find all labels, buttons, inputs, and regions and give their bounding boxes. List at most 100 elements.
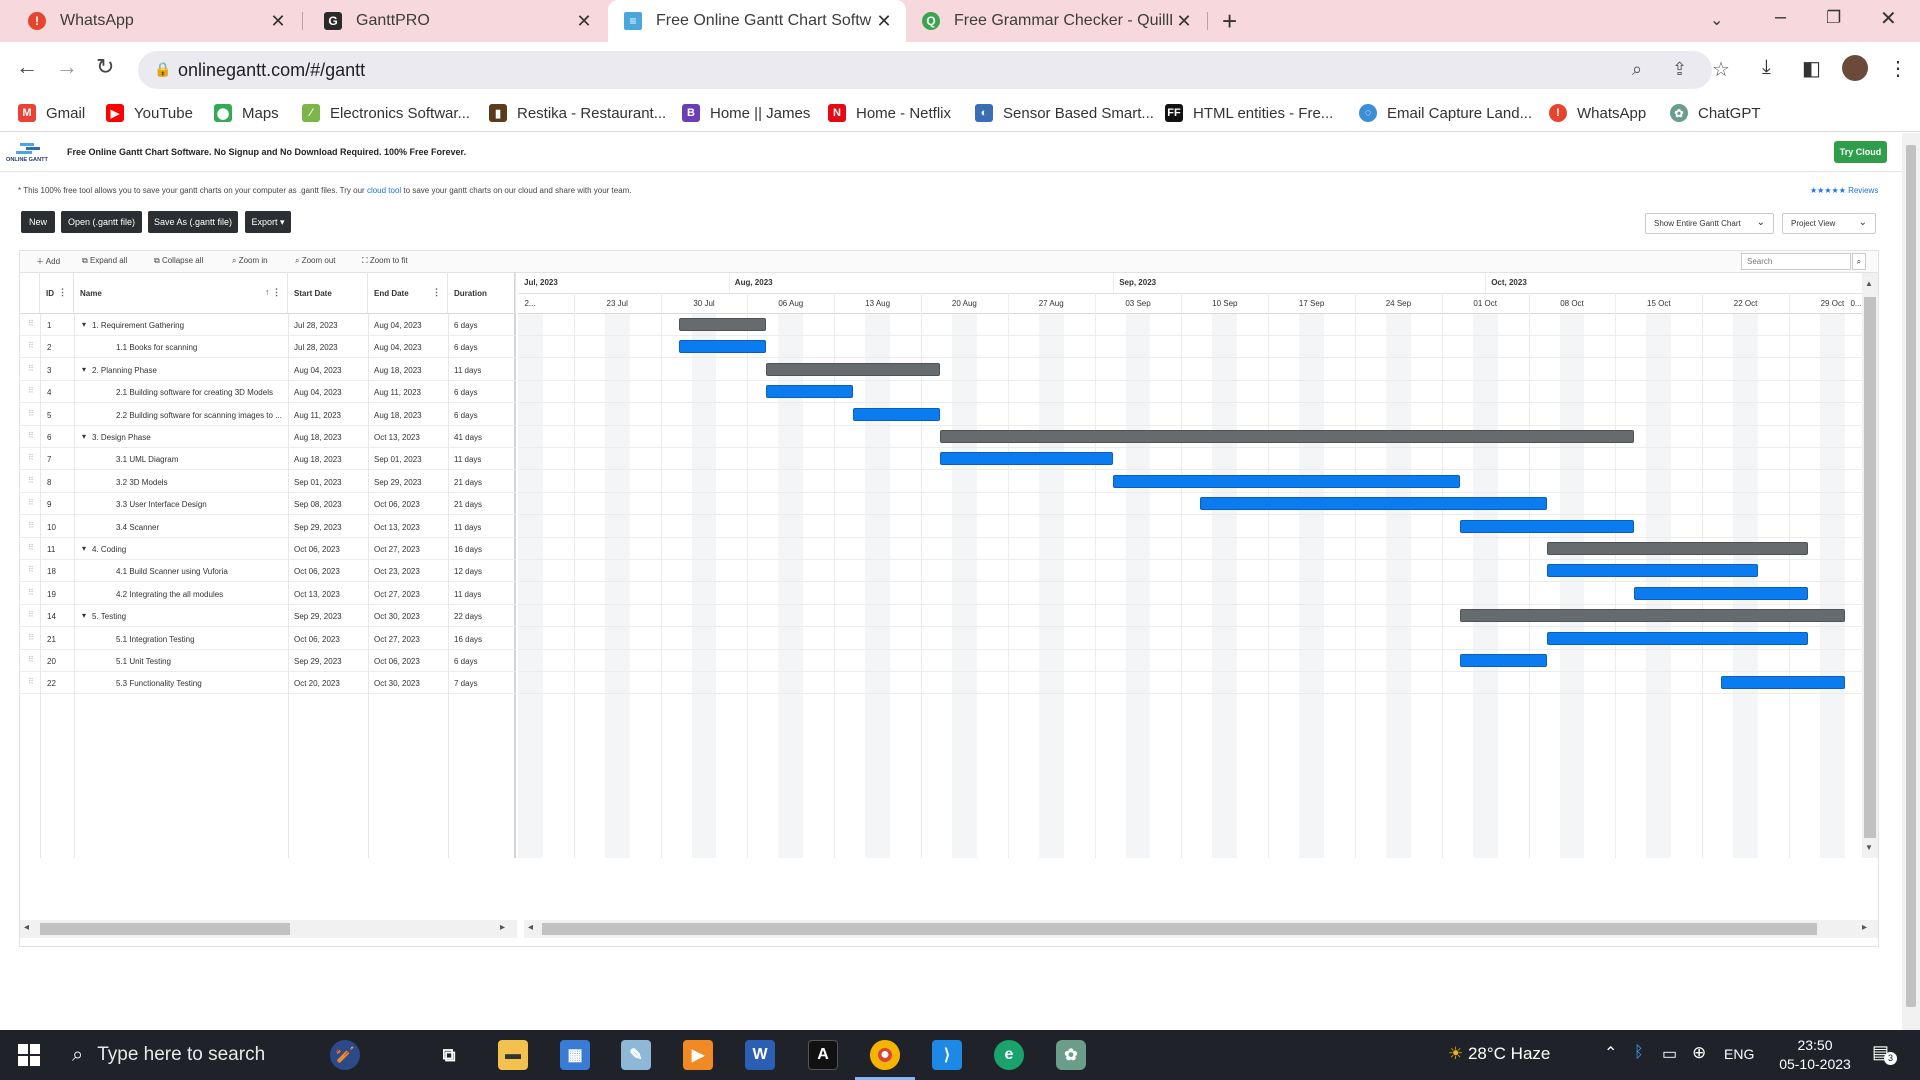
add-button[interactable]: ＋ Add xyxy=(36,256,60,267)
weather-widget[interactable]: ☀ 28°C Haze xyxy=(1448,1044,1550,1064)
task-bar[interactable] xyxy=(1113,474,1461,488)
task-start-date[interactable]: Oct 20, 2023 xyxy=(294,679,340,688)
zoom-in-button[interactable]: ⌕ Zoom in xyxy=(232,256,268,266)
column-end-date[interactable]: End Date ⋮ xyxy=(368,273,448,314)
collapse-toggle-icon[interactable]: ▾ xyxy=(82,611,86,620)
save-as-button[interactable]: Save As (.gantt file) xyxy=(148,211,238,233)
profile-avatar[interactable] xyxy=(1842,55,1868,81)
task-bar[interactable] xyxy=(1634,586,1808,600)
cricket-widget-icon[interactable]: 🏏 xyxy=(330,1040,360,1070)
task-duration[interactable]: 16 days xyxy=(454,545,482,554)
task-name[interactable]: 5.3 Functionality Testing xyxy=(116,679,282,688)
task-name[interactable]: 2.1 Building software for creating 3D Mo… xyxy=(116,388,282,397)
sort-asc-icon[interactable]: ↑ ⋮ xyxy=(265,287,281,298)
open-file-button[interactable]: Open (.gantt file) xyxy=(61,211,142,233)
task-start-date[interactable]: Oct 13, 2023 xyxy=(294,590,340,599)
column-duration[interactable]: Duration xyxy=(448,273,516,314)
table-row[interactable]: ⠿ 1 ▾ 1. Requirement Gathering Jul 28, 2023 A… xyxy=(20,314,516,336)
new-button[interactable]: New xyxy=(21,211,55,233)
task-end-date[interactable]: Oct 13, 2023 xyxy=(374,433,420,442)
media-player-icon[interactable]: ▶ xyxy=(683,1040,713,1070)
task-duration[interactable]: 11 days xyxy=(454,590,481,599)
scrollbar-thumb[interactable] xyxy=(1906,145,1916,1007)
project-view-select[interactable]: Project View ⌄ xyxy=(1782,213,1876,234)
task-duration[interactable]: 16 days xyxy=(454,635,482,644)
task-duration[interactable]: 6 days xyxy=(454,343,478,352)
table-row[interactable]: ⠿ 8 3.2 3D Models Sep 01, 2023 Sep 29, 2023 2… xyxy=(20,471,516,493)
address-bar[interactable]: 🔒 onlinegantt.com/#/gantt ⌕ ⇪ ☆ xyxy=(138,51,1730,89)
table-row[interactable]: ⠿ 7 3.1 UML Diagram Aug 18, 2023 Sep 01, 202… xyxy=(20,448,516,471)
page-vertical-scrollbar[interactable] xyxy=(1902,133,1920,1030)
task-bar[interactable] xyxy=(1547,631,1808,645)
zoom-out-button[interactable]: ⌕ Zoom out xyxy=(295,256,336,266)
task-name[interactable]: 4.2 Integrating the all modules xyxy=(116,590,282,599)
task-end-date[interactable]: Oct 13, 2023 xyxy=(374,523,420,532)
task-start-date[interactable]: Aug 18, 2023 xyxy=(294,455,342,464)
reviews-link[interactable]: ★★★★★ Reviews xyxy=(1810,186,1878,195)
task-name[interactable]: 3.2 3D Models xyxy=(116,478,282,487)
scrollbar-thumb[interactable] xyxy=(542,923,1817,935)
task-end-date[interactable]: Aug 18, 2023 xyxy=(374,411,422,420)
summary-bar[interactable] xyxy=(766,362,940,376)
task-bar[interactable] xyxy=(679,340,766,354)
bookmark-sensor[interactable]: ◐ Sensor Based Smart... xyxy=(975,104,1154,122)
collapse-toggle-icon[interactable]: ▾ xyxy=(82,365,86,374)
summary-bar[interactable] xyxy=(1547,542,1808,555)
task-end-date[interactable]: Aug 04, 2023 xyxy=(374,321,422,330)
lock-icon[interactable]: 🔒 xyxy=(154,61,171,78)
back-icon[interactable]: ← xyxy=(16,54,38,80)
task-name[interactable]: 5.1 Unit Testing xyxy=(116,657,282,666)
task-start-date[interactable]: Aug 04, 2023 xyxy=(294,388,342,397)
table-row[interactable]: ⠿ 4 2.1 Building software for creating 3D … xyxy=(20,381,516,404)
window-close-icon[interactable]: ✕ xyxy=(1880,6,1897,31)
drag-handle-icon[interactable]: ⠿ xyxy=(28,341,34,350)
close-tab-icon[interactable]: ✕ xyxy=(1172,11,1196,32)
bookmark-netflix[interactable]: N Home - Netflix xyxy=(828,104,951,122)
task-end-date[interactable]: Oct 06, 2023 xyxy=(374,657,420,666)
scroll-right-icon[interactable]: ▸ xyxy=(500,922,505,933)
forward-icon[interactable]: → xyxy=(56,54,78,80)
tab-search-icon[interactable]: ⌄ xyxy=(1710,10,1723,30)
scrollbar-thumb[interactable] xyxy=(40,923,290,935)
edge-icon[interactable]: e xyxy=(994,1040,1024,1070)
windows-start-icon[interactable] xyxy=(18,1044,40,1066)
task-end-date[interactable]: Oct 30, 2023 xyxy=(374,612,420,621)
grid-horizontal-scrollbar[interactable]: ◂ ▸ xyxy=(20,920,517,938)
scroll-up-icon[interactable]: ▲ xyxy=(1865,279,1873,288)
minimize-icon[interactable]: – xyxy=(1775,6,1786,29)
try-cloud-button[interactable]: Try Cloud xyxy=(1834,141,1887,163)
tab-whatsapp[interactable]: ! WhatsApp ✕ xyxy=(0,0,300,42)
task-name[interactable]: 2.2 Building software for scanning image… xyxy=(116,411,282,420)
task-end-date[interactable]: Aug 04, 2023 xyxy=(374,343,422,352)
task-end-date[interactable]: Oct 27, 2023 xyxy=(374,545,420,554)
task-duration[interactable]: 41 days xyxy=(454,433,482,442)
task-duration[interactable]: 12 days xyxy=(454,567,482,576)
task-duration[interactable]: 21 days xyxy=(454,500,482,509)
chrome-icon[interactable]: ● xyxy=(870,1040,900,1070)
show-chart-select[interactable]: Show Entire Gantt Chart ⌄ xyxy=(1645,213,1774,234)
file-explorer-icon[interactable]: ▬ xyxy=(498,1040,528,1070)
tab-online-gantt[interactable]: ≡ Free Online Gantt Chart Softwar ✕ xyxy=(608,0,906,42)
task-duration[interactable]: 11 days xyxy=(454,366,481,375)
task-bar[interactable] xyxy=(852,407,940,421)
task-end-date[interactable]: Oct 30, 2023 xyxy=(374,679,420,688)
autocad-icon[interactable]: A xyxy=(808,1040,838,1070)
task-duration[interactable]: 6 days xyxy=(454,388,478,397)
task-end-date[interactable]: Oct 27, 2023 xyxy=(374,635,420,644)
task-bar[interactable] xyxy=(1720,676,1845,690)
task-bar[interactable] xyxy=(1200,497,1548,511)
battery-icon[interactable]: ▭ xyxy=(1662,1044,1677,1064)
share-icon[interactable]: ⇪ xyxy=(1672,59,1687,80)
bookmark-html-entities[interactable]: FF HTML entities - Fre... xyxy=(1165,104,1333,122)
bookmark-electronics[interactable]: ⁄ Electronics Softwar... xyxy=(302,104,470,122)
summary-bar[interactable] xyxy=(939,430,1634,443)
bookmark-chatgpt[interactable]: ✿ ChatGPT xyxy=(1670,104,1761,122)
close-tab-icon[interactable]: ✕ xyxy=(572,11,596,32)
side-panel-icon[interactable]: ◧ xyxy=(1802,56,1821,81)
maximize-icon[interactable]: ❐ xyxy=(1826,8,1841,28)
table-row[interactable]: ⠿ 10 3.4 Scanner Sep 29, 2023 Oct 13, 2023 11… xyxy=(20,516,516,538)
tab-quillbot[interactable]: Q Free Grammar Checker - QuillBo ✕ xyxy=(906,0,1206,42)
task-end-date[interactable]: Oct 06, 2023 xyxy=(374,500,420,509)
drag-handle-icon[interactable]: ⠿ xyxy=(28,610,34,619)
table-row[interactable]: ⠿ 9 3.3 User Interface Design Sep 08, 2023 O… xyxy=(20,493,516,516)
